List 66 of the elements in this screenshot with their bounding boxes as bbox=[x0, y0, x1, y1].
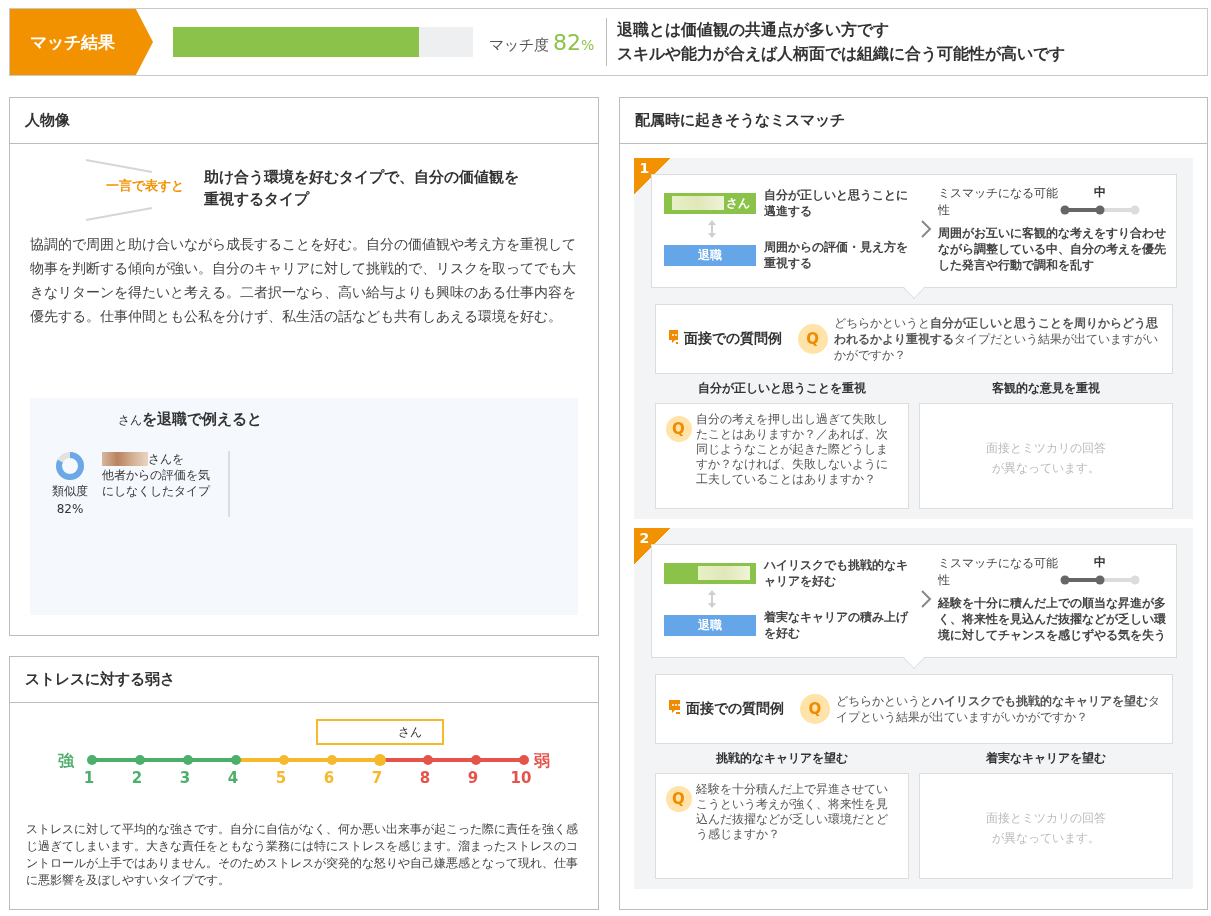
scale-number: 3 bbox=[178, 769, 192, 787]
match-summary: 退職とは価値観の共通点が多い方です bbox=[617, 19, 891, 41]
risk-description: 経験を十分に積んだ上での順当な昇進が多く、将来性を見込んだ抜擢などが乏しい環境に対してチャンスを感じずやる気を失う bbox=[937, 595, 1166, 643]
interview-question: どちらかというと自分が正しいと思うことを周りからどう思われるかより重視するタイプだという結果が出ていますがいかがですか？ bbox=[833, 315, 1159, 363]
answer-heading: 着実なキャリアを望む bbox=[984, 750, 1107, 767]
chevron-icon bbox=[919, 589, 932, 609]
company-trait: 着実なキャリアの積み上げを好む bbox=[763, 609, 910, 641]
stress-description: ストレスに対して平均的な強さです。自分に自信がなく、何か悪い出来事が起こった際に責任を強く感じ過ぎてしまいます。大きな責任をともなう業務には特にストレスを感じます。溜まったストレスのコントロールが上手ではありません。そのためストレスが突発的な怒りや自己嫌悪感となって現れ、仕事に悪影響を及ぼしやすいタイプです。 bbox=[26, 821, 579, 889]
panel-title: 人物像 bbox=[10, 98, 598, 144]
company-trait: 周囲からの評価・見え方を重視する bbox=[763, 239, 909, 271]
risk-description: 周囲がお互いに客観的な考えをすり合わせながら調整している中、自分の考えを優先した発言や行動で調和を乱す bbox=[937, 225, 1166, 273]
similarity-value: 82% bbox=[56, 502, 84, 516]
scale-number: 9 bbox=[466, 769, 480, 787]
match-label: マッチ結果 bbox=[10, 9, 153, 75]
panel-title: 配属時に起きそうなミスマッチ bbox=[619, 98, 1207, 144]
person-label: さん bbox=[663, 192, 756, 214]
no-answer-note: 面接とミツカリの回答が異なっています。 bbox=[984, 810, 1107, 847]
interview-question: どちらかというとハイリスクでも挑戦的なキャリアを望むタイプという結果が出ていますがいかがですか？ bbox=[835, 693, 1161, 725]
answer-heading: 挑戦的なキャリアを望む bbox=[714, 750, 849, 767]
interview-title: 面接での質問例 bbox=[683, 330, 782, 348]
answer-heading: 客観的な意見を重視 bbox=[990, 380, 1101, 397]
match-summary: スキルや能力が合えば人柄面では組織に合う可能性が高いです bbox=[617, 43, 1066, 65]
interview-title: 面接での質問例 bbox=[685, 700, 784, 718]
meter-level-label: 中 bbox=[1094, 554, 1106, 571]
possibility-label: ミスマッチになる可能性 bbox=[937, 185, 1059, 219]
weak-label: 弱 bbox=[534, 751, 551, 772]
scale-number: 4 bbox=[226, 769, 240, 787]
scale-number: 2 bbox=[130, 769, 144, 787]
q-badge: Q bbox=[799, 694, 830, 724]
scale-number: 10 bbox=[509, 769, 533, 787]
example-type: 他者からの評価を気にしなくしたタイプ bbox=[102, 467, 212, 499]
lead-label: 一言で表すと bbox=[105, 177, 184, 195]
updown-arrow-icon bbox=[706, 589, 717, 609]
follow-up-question: 経験を十分積んだ上で昇進させていこうという考えが強く、将来性を見込んだ抜擢などが乏しい環境だとどう感じますか？ bbox=[695, 782, 889, 842]
chevron-icon bbox=[919, 219, 932, 239]
person-trait: 自分が正しいと思うことに邁進する bbox=[763, 187, 909, 219]
q-badge: Q bbox=[665, 786, 692, 812]
persona-description: 協調的で周囲と助け合いながら成長することを好む。自分の価値観や考え方を重視して物事を判断する傾向が強い。自分のキャリアに対して挑戦的で、リスクを取ってでも大きなリターンを得たいと考える。二者択一なら、高い給与よりも興味のある仕事内容を優先する。仕事仲間とも公私を分けず、私生活の話なども共有しあえる環境を好む。 bbox=[30, 235, 577, 326]
meter-level-label: 中 bbox=[1094, 184, 1106, 201]
no-answer-note: 面接とミツカリの回答が異なっています。 bbox=[984, 440, 1107, 477]
match-score-label: マッチ度 bbox=[489, 35, 549, 55]
updown-arrow-icon bbox=[706, 219, 717, 239]
example-title: を退職で例えると bbox=[142, 410, 262, 428]
similarity-label: 類似度 bbox=[52, 483, 88, 500]
example-name-suffix: さん bbox=[118, 413, 142, 427]
follow-up-question: 自分の考えを押し出し過ぎて失敗したことはありますか？／あれば、次同じようなことが起きた際どうしますか？なければ、失敗しないように工夫していることはありますか？ bbox=[695, 412, 889, 487]
person-trait: ハイリスクでも挑戦的なキャリアを好む bbox=[763, 557, 909, 589]
company-label: 退職 bbox=[663, 614, 756, 636]
possibility-label: ミスマッチになる可能性 bbox=[937, 555, 1059, 589]
strong-label: 強 bbox=[58, 751, 75, 772]
scale-number: 5 bbox=[274, 769, 288, 787]
q-badge: Q bbox=[665, 416, 692, 442]
company-label: 退職 bbox=[663, 244, 756, 266]
scale-number: 6 bbox=[322, 769, 336, 787]
marker-callout: さん bbox=[316, 719, 444, 745]
answer-heading: 自分が正しいと思うことを重視 bbox=[696, 380, 867, 397]
q-badge: Q bbox=[797, 324, 828, 354]
panel-title: ストレスに対する弱さ bbox=[10, 657, 598, 703]
persona-headline: 助け合う環境を好むタイプで、自分の価値観を重視するタイプ bbox=[204, 167, 520, 210]
scale-number: 8 bbox=[418, 769, 432, 787]
redacted-name bbox=[102, 452, 148, 466]
match-score: 82% bbox=[553, 29, 595, 55]
scale-number: 1 bbox=[82, 769, 96, 787]
example-name-suffix: さんを bbox=[148, 451, 184, 467]
scale-number: 7 bbox=[370, 769, 384, 787]
similarity-donut bbox=[55, 451, 85, 481]
